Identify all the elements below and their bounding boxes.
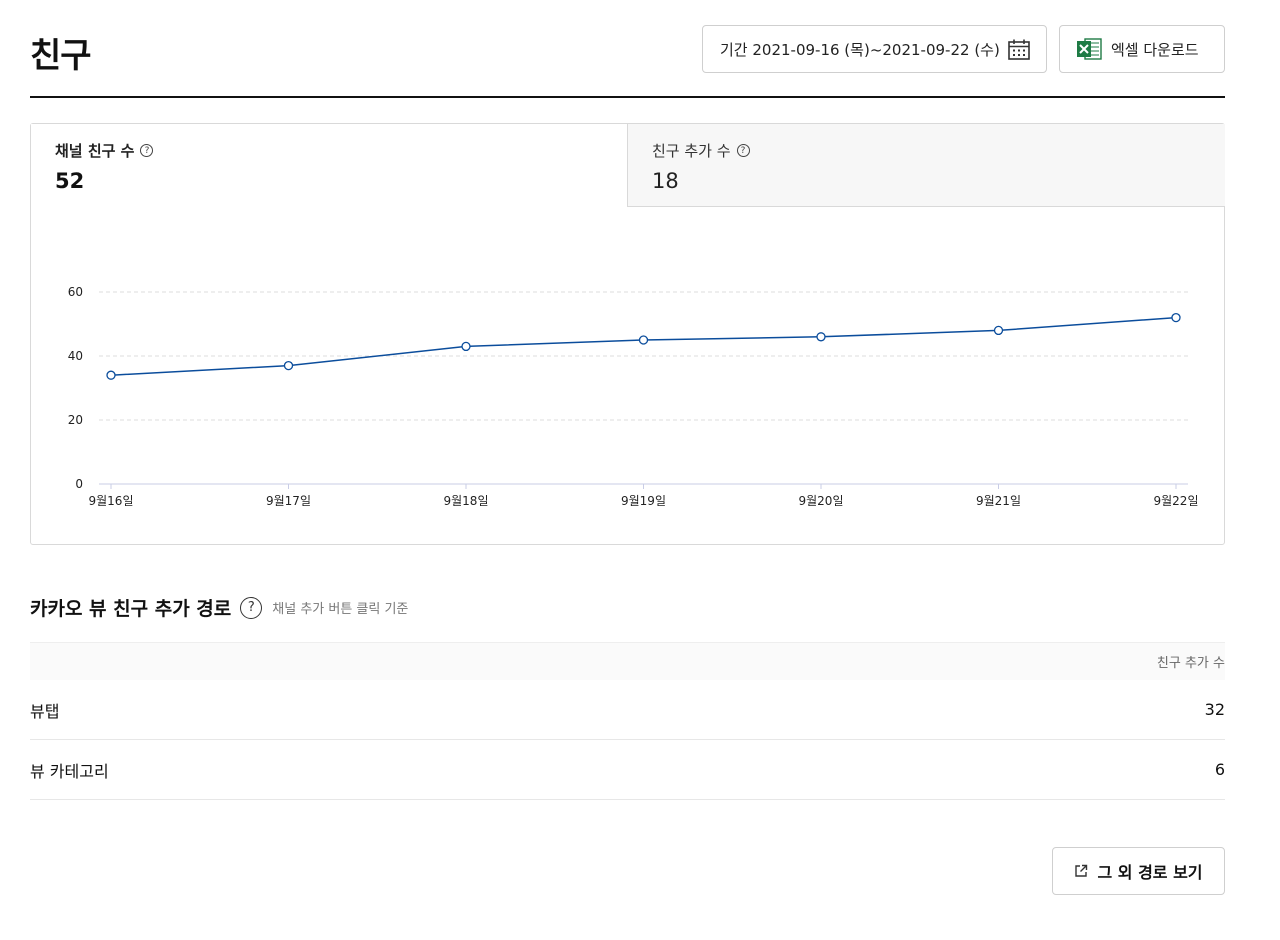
date-range-label: 기간 2021-09-16 (목)~2021-09-22 (수) xyxy=(720,40,1000,59)
stats-panel: 채널 친구 수 ? 52 친구 추가 수 ? 18 0 20 40 60 9월16일 9월… xyxy=(30,123,1225,545)
more-paths-label: 그 외 경로 보기 xyxy=(1097,863,1203,882)
y-tick-label: 20 xyxy=(68,413,83,427)
row-label: 뷰 카테고리 xyxy=(30,761,109,781)
excel-icon xyxy=(1077,38,1102,60)
excel-download-label: 엑셀 다운로드 xyxy=(1111,40,1199,59)
x-tick-label: 9월20일 xyxy=(799,494,844,508)
data-point xyxy=(993,325,1004,336)
data-point xyxy=(283,360,294,371)
row-label: 뷰탭 xyxy=(30,701,60,721)
x-tick-label: 9월17일 xyxy=(266,494,311,508)
column-header-friends-added: 친구 추가 수 xyxy=(1156,656,1225,671)
y-tick-label: 0 xyxy=(75,477,83,491)
x-tick-label: 9월16일 xyxy=(89,494,134,508)
table-row: 뷰탭 32 xyxy=(30,680,1225,740)
section-subtitle: 채널 추가 버튼 클릭 기준 xyxy=(272,602,409,617)
friends-line-chart: 0 20 40 60 9월16일 9월17일 9월18일 9월19일 9월20일 9월21일 9월2… xyxy=(68,285,1199,508)
x-tick-label: 9월21일 xyxy=(976,494,1021,508)
section-title-text: 카카오 뷰 친구 추가 경로 xyxy=(30,598,232,620)
y-tick-label: 40 xyxy=(68,349,83,363)
row-value: 6 xyxy=(1214,760,1225,779)
header-divider xyxy=(30,96,1225,98)
data-point xyxy=(461,341,471,352)
data-point xyxy=(816,332,826,342)
series-line xyxy=(110,316,1177,376)
data-point xyxy=(1171,312,1181,323)
excel-download-button[interactable]: 엑셀 다운로드 xyxy=(1059,25,1225,73)
y-tick-label: 60 xyxy=(68,285,83,299)
table-row: 뷰 카테고리 6 xyxy=(30,740,1225,800)
row-value: 32 xyxy=(1204,700,1225,719)
external-link-icon xyxy=(1075,864,1088,877)
data-point xyxy=(106,370,116,380)
date-range-picker[interactable]: 기간 2021-09-16 (목)~2021-09-22 (수) xyxy=(702,25,1047,73)
more-paths-button[interactable]: 그 외 경로 보기 xyxy=(1052,847,1225,895)
data-point xyxy=(638,335,649,345)
section-title: 카카오 뷰 친구 추가 경로 ? 채널 추가 버튼 클릭 기준 xyxy=(30,594,408,621)
help-icon[interactable]: ? xyxy=(240,596,263,619)
table-header: 친구 추가 수 xyxy=(30,642,1225,680)
x-tick-label: 9월22일 xyxy=(1154,494,1199,508)
add-path-table: 친구 추가 수 뷰탭 32 뷰 카테고리 6 xyxy=(30,642,1225,800)
calendar-icon xyxy=(1008,39,1030,60)
page-title: 친구 xyxy=(30,36,92,76)
x-tick-label: 9월18일 xyxy=(444,494,489,508)
x-tick-label: 9월19일 xyxy=(621,494,666,508)
